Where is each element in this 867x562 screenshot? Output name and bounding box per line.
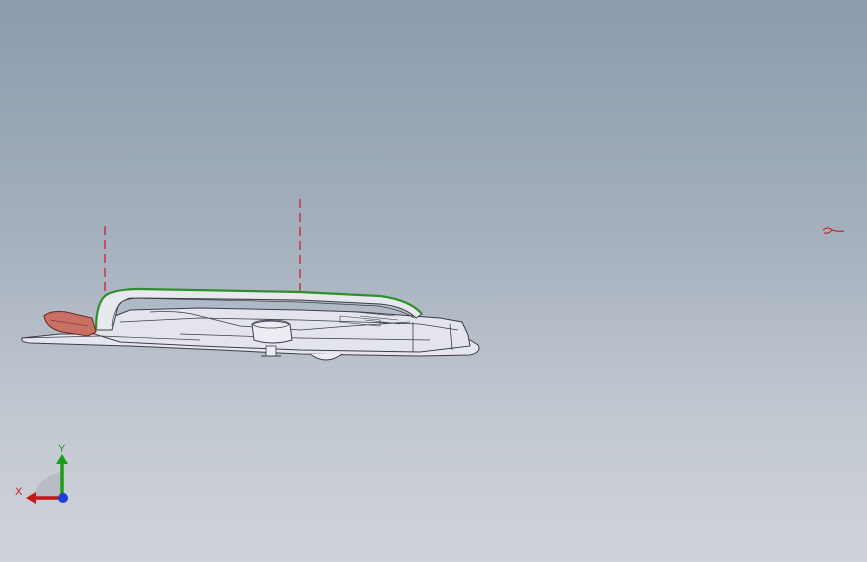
- coordinate-triad-icon: [26, 454, 68, 504]
- highlighted-face: [43, 311, 97, 337]
- central-boss: [251, 320, 293, 344]
- x-axis-arrow: [26, 492, 36, 504]
- z-axis-dot: [58, 493, 68, 503]
- reference-triad: Y X: [12, 440, 82, 510]
- y-axis-label: Y: [58, 443, 66, 455]
- graphics-viewport[interactable]: Y X: [0, 0, 867, 562]
- sketch-mark[interactable]: [820, 224, 850, 240]
- triad-plane: [34, 472, 62, 500]
- y-axis-arrow: [56, 454, 68, 464]
- x-axis-label: X: [15, 486, 23, 498]
- boss-pin: [265, 345, 277, 357]
- lower-clip: [309, 353, 343, 361]
- model-view[interactable]: [0, 0, 867, 562]
